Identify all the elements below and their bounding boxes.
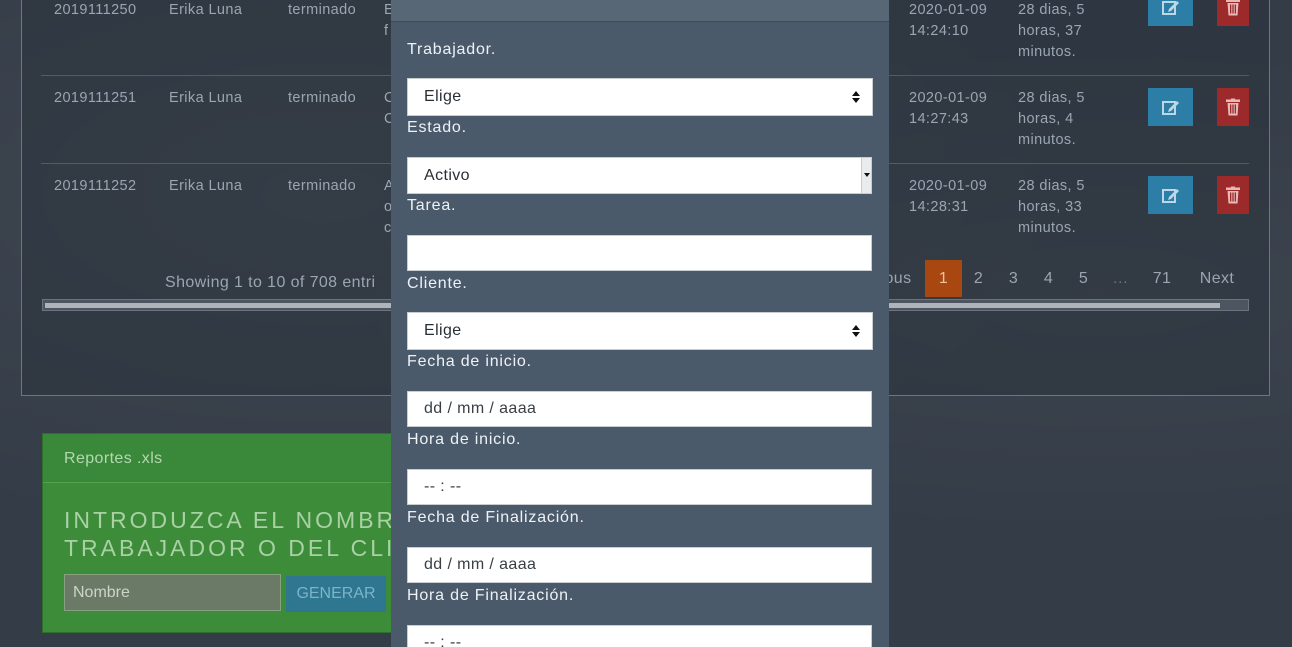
pagination-page-1[interactable]: 1 bbox=[925, 260, 962, 297]
delete-button[interactable] bbox=[1217, 88, 1249, 126]
row-duration-2: horas, 37 bbox=[1018, 23, 1083, 39]
select-arrows-icon bbox=[852, 91, 860, 103]
worker-select[interactable]: Elige bbox=[407, 78, 873, 116]
end-time-input[interactable]: -- : -- bbox=[407, 625, 872, 647]
start-date-placeholder: dd / mm / aaaa bbox=[424, 400, 537, 417]
pagination-page-5[interactable]: 5 bbox=[1071, 260, 1096, 297]
row-time: 14:28:31 bbox=[909, 199, 969, 215]
row-task-line2: f bbox=[384, 23, 389, 39]
end-date-input[interactable]: dd / mm / aaaa bbox=[407, 547, 872, 583]
start-time-label: Hora de inicio. bbox=[407, 431, 522, 448]
select-arrows-icon bbox=[852, 325, 860, 337]
start-time-input[interactable]: -- : -- bbox=[407, 469, 872, 505]
row-time: 14:24:10 bbox=[909, 23, 969, 39]
trash-icon bbox=[1226, 98, 1240, 116]
row-duration-1: 28 dias, 5 bbox=[1018, 178, 1085, 194]
row-duration-3: minutos. bbox=[1018, 220, 1076, 236]
pagination-page-3[interactable]: 3 bbox=[1001, 260, 1026, 297]
task-label: Tarea. bbox=[407, 197, 457, 214]
pagination-page-2[interactable]: 2 bbox=[966, 260, 991, 297]
row-worker: Erika Luna bbox=[169, 90, 243, 106]
chevron-down-icon bbox=[864, 173, 870, 177]
pagination-next[interactable]: Next bbox=[1192, 260, 1242, 297]
edit-button[interactable] bbox=[1148, 88, 1193, 126]
row-date: 2020-01-09 bbox=[909, 90, 988, 106]
edit-button[interactable] bbox=[1148, 176, 1193, 214]
delete-button[interactable] bbox=[1217, 176, 1249, 214]
client-select[interactable]: Elige bbox=[407, 312, 873, 350]
client-label: Cliente. bbox=[407, 275, 468, 292]
start-date-input[interactable]: dd / mm / aaaa bbox=[407, 391, 872, 427]
pencil-square-icon bbox=[1161, 189, 1179, 203]
row-duration-2: horas, 33 bbox=[1018, 199, 1083, 215]
row-duration-2: horas, 4 bbox=[1018, 111, 1074, 127]
row-worker: Erika Luna bbox=[169, 178, 243, 194]
row-worker: Erika Luna bbox=[169, 2, 243, 18]
row-id: 2019111252 bbox=[54, 178, 137, 194]
status-listbox[interactable]: Activo bbox=[407, 157, 872, 194]
row-duration-1: 28 dias, 5 bbox=[1018, 90, 1085, 106]
task-form-modal: Trabajador. Elige Estado. Activo Tarea. … bbox=[391, 0, 889, 647]
worker-select-value: Elige bbox=[424, 88, 462, 105]
pagination-page-4[interactable]: 4 bbox=[1036, 260, 1061, 297]
row-status: terminado bbox=[288, 178, 357, 194]
end-time-placeholder: -- : -- bbox=[424, 634, 462, 647]
row-status: terminado bbox=[288, 90, 357, 106]
delete-button[interactable] bbox=[1217, 0, 1249, 26]
start-date-label: Fecha de inicio. bbox=[407, 353, 532, 370]
reports-panel: Reportes .xls INTRODUZCA EL NOMBR TRABAJ… bbox=[42, 433, 402, 633]
pagination-ellipsis: … bbox=[1112, 269, 1129, 287]
row-id: 2019111250 bbox=[54, 2, 137, 18]
modal-header bbox=[391, 0, 889, 22]
worker-label: Trabajador. bbox=[407, 41, 497, 58]
row-duration-3: minutos. bbox=[1018, 132, 1076, 148]
reports-header: Reportes .xls bbox=[43, 434, 401, 483]
entries-info: Showing 1 to 10 of 708 entri bbox=[165, 274, 376, 291]
generate-report-button[interactable]: GENERAR bbox=[286, 576, 386, 612]
listbox-scrollbar[interactable] bbox=[861, 158, 871, 193]
row-id: 2019111251 bbox=[54, 90, 137, 106]
status-listbox-value: Activo bbox=[424, 167, 470, 184]
pagination-page-71[interactable]: 71 bbox=[1145, 260, 1179, 297]
client-select-value: Elige bbox=[424, 322, 462, 339]
row-duration-3: minutos. bbox=[1018, 44, 1076, 60]
row-date: 2020-01-09 bbox=[909, 2, 988, 18]
row-time: 14:27:43 bbox=[909, 111, 969, 127]
reports-title: Reportes .xls bbox=[64, 450, 163, 467]
pencil-square-icon bbox=[1161, 101, 1179, 115]
end-date-label: Fecha de Finalización. bbox=[407, 509, 585, 526]
end-time-label: Hora de Finalización. bbox=[407, 587, 575, 604]
edit-button[interactable] bbox=[1148, 0, 1193, 26]
task-input[interactable] bbox=[407, 235, 872, 271]
pencil-square-icon bbox=[1161, 1, 1179, 15]
row-date: 2020-01-09 bbox=[909, 178, 988, 194]
reports-instruction: INTRODUZCA EL NOMBR TRABAJADOR O DEL CLI bbox=[64, 507, 397, 561]
report-name-input[interactable] bbox=[64, 574, 281, 611]
start-time-placeholder: -- : -- bbox=[424, 478, 462, 495]
end-date-placeholder: dd / mm / aaaa bbox=[424, 556, 537, 573]
row-status: terminado bbox=[288, 2, 357, 18]
status-label: Estado. bbox=[407, 119, 467, 136]
trash-icon bbox=[1226, 0, 1240, 16]
row-duration-1: 28 dias, 5 bbox=[1018, 2, 1085, 18]
trash-icon bbox=[1226, 186, 1240, 204]
